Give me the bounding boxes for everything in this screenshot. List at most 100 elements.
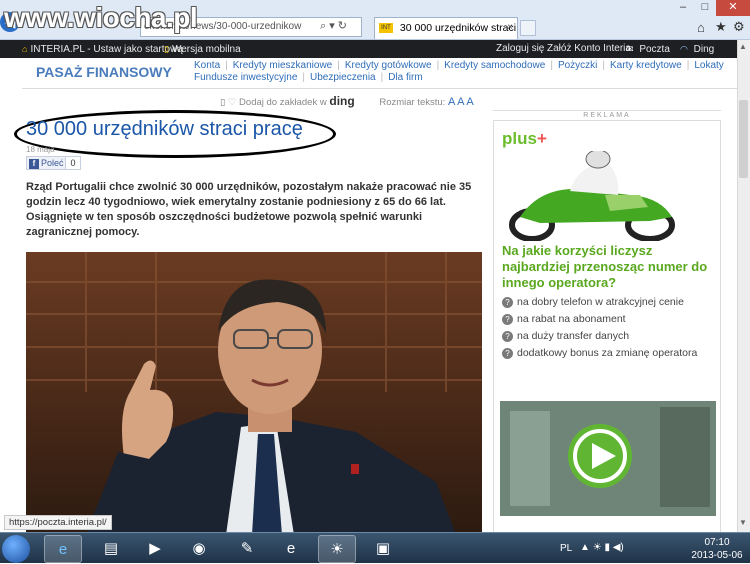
ding-icon: ◠: [680, 44, 688, 54]
maximize-icon[interactable]: □: [694, 0, 716, 16]
nav-separator: |: [602, 60, 606, 71]
browser-chrome: ◀ www.wiocha.pl ekonomia/news/30-000-urz…: [0, 0, 750, 40]
facebook-like-button[interactable]: f Poleć: [26, 156, 69, 170]
tab-close-icon[interactable]: ×: [507, 18, 513, 38]
media-player-taskbar-icon[interactable]: ▶: [136, 535, 174, 563]
chrome-taskbar-icon[interactable]: ◉: [180, 535, 218, 563]
facebook-like-count: 0: [65, 156, 81, 170]
nav-separator: |: [225, 60, 228, 71]
article-photo: [26, 252, 482, 535]
ad-option-3[interactable]: ? na duży transfer danych: [502, 330, 720, 342]
question-icon: ?: [502, 347, 513, 359]
section-nav: Konta | Kredyty mieszkaniowe | Kredyty gotów…: [194, 60, 724, 84]
tray-network-icon[interactable]: ▮: [604, 542, 610, 553]
question-icon: ?: [502, 330, 513, 342]
window-controls: – □ ✕: [672, 0, 750, 16]
watermark-logo: www.wiocha.pl: [4, 2, 198, 33]
nav-item[interactable]: Lokaty: [694, 60, 723, 71]
ad-headline: Na jakie korzyści liczysz najbardziej pr…: [502, 243, 708, 290]
motorbike-illustration: [509, 151, 675, 241]
nav-separator: |: [550, 60, 553, 71]
clock-time[interactable]: 07:10: [697, 537, 737, 548]
tray-arrow-icon[interactable]: ▲: [580, 542, 590, 553]
nav-item[interactable]: Dla firm: [388, 72, 422, 83]
section-header: PASAŻ FINANSOWY Konta | Kredyty mieszkanio…: [22, 60, 737, 88]
home-icon[interactable]: ⌂: [697, 20, 705, 35]
question-icon: ?: [502, 313, 513, 325]
portal-top-bar: ⌂ INTERIA.PL - Ustaw jako startową ▯ Wersj…: [0, 40, 737, 58]
tab-label: 30 000 urzędników straci pr...: [399, 22, 517, 34]
tab-favicon-icon: INT: [379, 23, 393, 34]
nav-separator: |: [436, 60, 440, 71]
mobile-version-link[interactable]: ▯ Wersja mobilna: [164, 40, 241, 59]
mail-icon: ✉: [626, 44, 634, 54]
mail-link[interactable]: ✉ Poczta: [626, 40, 670, 59]
scroll-down-icon[interactable]: ▼: [739, 518, 747, 527]
ad-label: REKLAMA: [493, 110, 721, 120]
nav-item[interactable]: Konta: [194, 60, 220, 71]
text-size-label: Rozmiar tekstu:: [379, 97, 446, 108]
nav-item[interactable]: Kredyty mieszkaniowe: [233, 60, 332, 71]
clock-date[interactable]: 2013-05-06: [689, 550, 745, 561]
tray-sun-icon[interactable]: ☀: [593, 542, 602, 553]
nav-separator: |: [686, 60, 690, 71]
new-tab-button[interactable]: [520, 20, 536, 36]
nav-item[interactable]: Kredyty gotówkowe: [345, 60, 432, 71]
ie-taskbar-icon[interactable]: e: [44, 535, 82, 563]
minimize-icon[interactable]: –: [672, 0, 694, 16]
politician-photo-illustration: [26, 252, 482, 535]
start-button-icon[interactable]: [2, 535, 30, 563]
status-url: https://poczta.interia.pl/: [4, 515, 112, 530]
gear-icon[interactable]: ⚙: [733, 19, 745, 35]
nav-item[interactable]: Pożyczki: [558, 60, 597, 71]
ad-video[interactable]: [500, 401, 716, 516]
tab-article[interactable]: INT 30 000 urzędników straci pr... ×: [374, 17, 518, 39]
explorer-taskbar-icon[interactable]: ▤: [92, 535, 130, 563]
ding-logo[interactable]: ding: [329, 94, 354, 108]
ad-banner[interactable]: plus+ Na jakie korzyści liczysz najbardz…: [493, 120, 721, 535]
tray-icons[interactable]: ▲ ☀ ▮ ◀): [580, 542, 624, 553]
nav-separator: |: [337, 60, 340, 71]
facebook-like-label: Poleć: [41, 158, 64, 168]
address-search-icon[interactable]: ⌕ ▾ ↻: [320, 19, 347, 33]
phone-icon: ▯: [164, 44, 169, 54]
section-title[interactable]: PASAŻ FINANSOWY: [36, 64, 172, 80]
close-window-icon[interactable]: ✕: [716, 0, 750, 16]
ad-option-4[interactable]: ? dodatkowy bonus za zmianę operatora: [502, 347, 720, 359]
bookmark-heart-icon[interactable]: ♡: [228, 97, 237, 108]
ad-option-2[interactable]: ? na rabat na abonament: [502, 313, 720, 325]
set-startpage-link[interactable]: ⌂ INTERIA.PL - Ustaw jako startową: [22, 40, 183, 59]
nav-separator: |: [380, 72, 384, 83]
ding-link[interactable]: ◠ Ding: [680, 40, 714, 59]
login-link[interactable]: Zaloguj się: [496, 40, 544, 58]
editor-taskbar-icon[interactable]: e: [272, 535, 310, 563]
section-divider: [22, 88, 737, 89]
window-taskbar-icon[interactable]: ▣: [364, 535, 402, 563]
article-headline: 30 000 urzędników straci pracę: [26, 118, 303, 140]
nav-item[interactable]: Kredyty samochodowe: [444, 60, 545, 71]
bookmark-label[interactable]: Dodaj do zakładek w: [239, 97, 327, 108]
nav-item[interactable]: Ubezpieczenia: [310, 72, 376, 83]
signup-link[interactable]: Załóż Konto Interia: [547, 40, 631, 58]
paint-taskbar-icon[interactable]: ✎: [228, 535, 266, 563]
question-icon: ?: [502, 296, 513, 308]
article-tools: ▯ ♡ Dodaj do zakładek w ding Rozmiar tek…: [220, 94, 540, 108]
scroll-up-icon[interactable]: ▲: [739, 42, 747, 51]
scrollbar-thumb[interactable]: [739, 100, 748, 178]
text-size-buttons[interactable]: A A A: [448, 96, 474, 108]
nav-item[interactable]: Karty kredytowe: [610, 60, 682, 71]
tray-language[interactable]: PL: [560, 543, 572, 554]
tray-volume-icon[interactable]: ◀): [613, 542, 624, 553]
nav-item[interactable]: Fundusze inwestycyjne: [194, 72, 297, 83]
sun-app-taskbar-icon[interactable]: ☀: [318, 535, 356, 563]
nav-separator: |: [302, 72, 305, 83]
taskbar: e ▤ ▶ ◉ ✎ e ☀ ▣ PL ▲ ☀ ▮ ◀) 07:10 2013-0…: [0, 532, 750, 563]
facebook-icon: f: [29, 159, 39, 169]
plus-logo: plus+: [502, 129, 547, 148]
house-icon: ⌂: [22, 44, 28, 54]
favorites-star-icon[interactable]: ★: [715, 19, 727, 35]
phone-icon[interactable]: ▯: [220, 97, 225, 108]
play-video-icon: [500, 401, 716, 516]
article-date: 18 maja: [26, 145, 55, 154]
ad-option-1[interactable]: ? na dobry telefon w atrakcyjnej cenie: [502, 296, 720, 308]
